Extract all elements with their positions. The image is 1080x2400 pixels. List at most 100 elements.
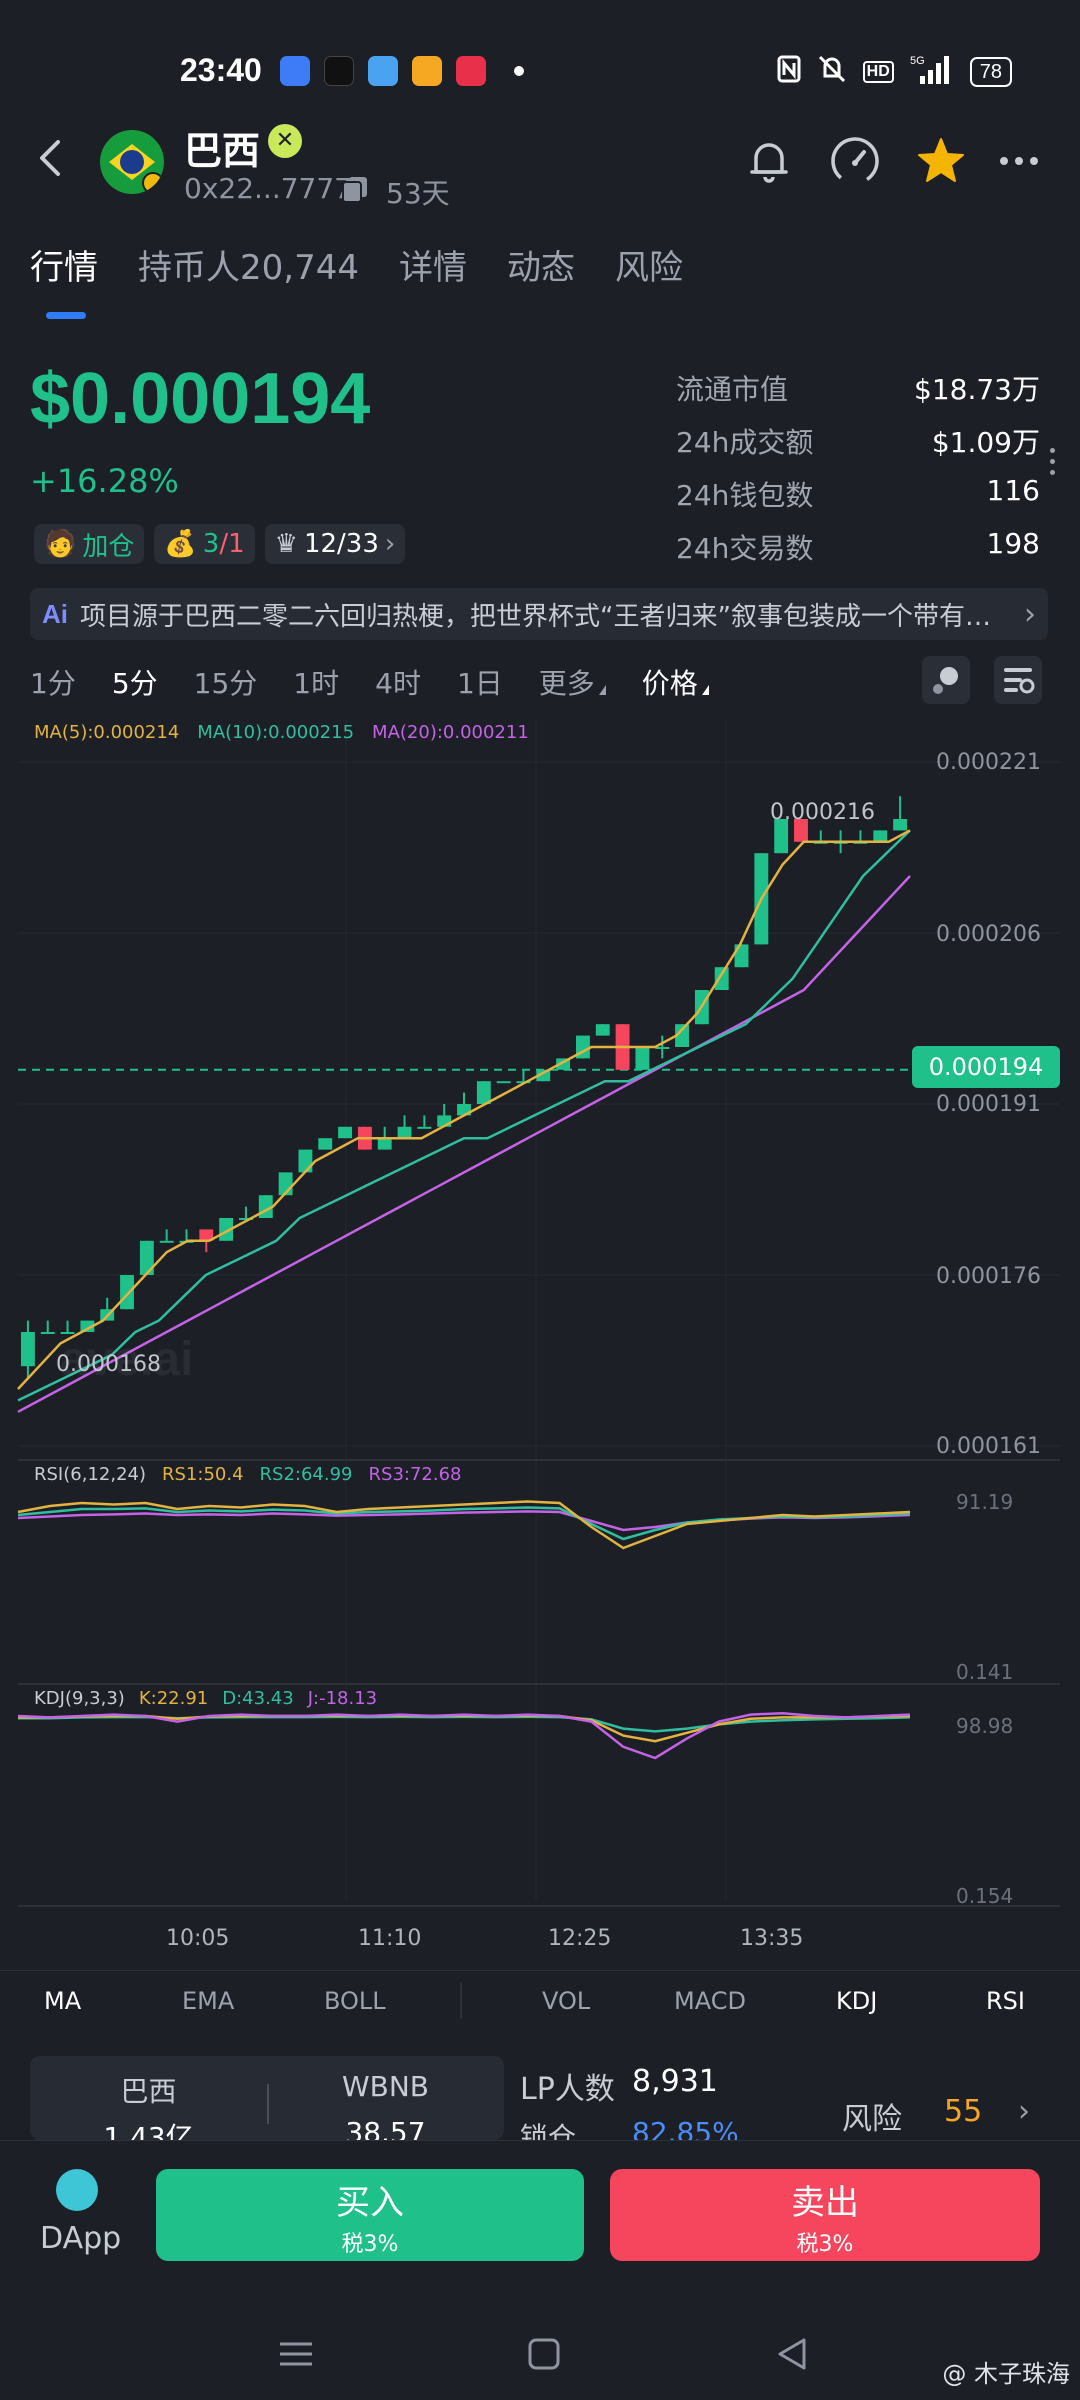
tab-market[interactable]: 行情 [30,240,98,289]
person-icon: 🧑 [44,529,77,559]
stat-label: 流通市值 [676,373,789,406]
stat-row: 24h钱包数 116 [676,474,1040,527]
tab-risk[interactable]: 风险 [615,240,683,289]
kdj-title: KDJ(9,3,3) [34,1688,125,1709]
dropdown-triangle-icon [701,685,709,695]
drawing-tool-icon[interactable] [922,656,970,704]
status-right: HD 5G 78 [777,54,1012,90]
dapp-label[interactable]: DApp [40,2221,121,2256]
stat-value: $18.73万 [914,373,1040,406]
rsi-title: RSI(6,12,24) [34,1464,146,1485]
indicator-tab-ema[interactable]: EMA [182,1987,234,2015]
ratio-value: 3/1 [203,529,245,559]
interval-5m[interactable]: 5分 [112,662,158,702]
indicator-tab-kdj[interactable]: KDJ [836,1987,877,2015]
buy-button[interactable]: 买入 税3% [156,2169,584,2261]
token-header: 巴西 ✕ 0x22...7777 53天 [0,120,1080,220]
back-arrow-icon[interactable] [30,136,74,180]
active-tab-indicator [46,312,86,319]
stat-row: 24h交易数 198 [676,527,1040,580]
candle-body [338,1126,353,1139]
status-app-icons [280,56,524,86]
add-position-badge[interactable]: 🧑 加仓 [34,524,145,564]
more-options-icon[interactable] [992,134,1046,188]
candle-body [595,1024,610,1036]
ma10-label: MA(10):0.000215 [197,722,355,743]
copy-icon[interactable] [340,174,370,204]
rsi3-line [17,1510,911,1532]
y-tick-label: 0.000191 [936,1092,1041,1117]
indicator-tab-vol[interactable]: VOL [542,1987,590,2015]
stat-label: 24h交易数 [676,532,814,565]
candle-body [120,1275,134,1310]
x-tick-label: 12:25 [548,1926,612,1951]
interval-1d[interactable]: 1日 [457,662,503,702]
stat-row: 24h成交额 $1.09万 [676,421,1040,474]
y-tick-label: 0.000221 [936,750,1041,775]
indicator-tabs: MA EMA BOLL VOL MACD KDJ RSI [0,1970,1080,2032]
gauge-icon[interactable] [828,134,882,188]
status-time: 23:40 [180,52,262,88]
money-bag-badge[interactable]: 💰 3/1 [154,524,255,564]
price-chart[interactable] [0,700,1080,1920]
system-nav-bar: @ 木子珠海 [0,2300,1080,2400]
watermark-credit: @ 木子珠海 [942,2360,1070,2388]
notification-dot-icon [514,66,524,76]
ai-summary-banner[interactable]: Ai 项目源于巴西二零二六回归热梗，把世界杯式“王者归来”叙事包装成一个带有百.… [30,588,1048,640]
vertical-dots-icon[interactable] [1050,448,1056,481]
back-icon[interactable] [774,2336,810,2372]
interval-1m[interactable]: 1分 [30,662,76,702]
bell-icon[interactable] [742,134,796,188]
chevron-right-icon: › [384,529,396,559]
indicator-tab-macd[interactable]: MACD [674,1987,746,2015]
tab-details[interactable]: 详情 [399,240,467,289]
rank-value: 12/33 [303,529,379,559]
rsi-rs2: RS2:64.99 [259,1464,353,1485]
indicator-tab-ma[interactable]: MA [44,1987,81,2015]
action-bar: DApp 买入 税3% 卖出 税3% [0,2140,1080,2300]
mute-icon [817,54,847,90]
lp-holders-label: LP人数 [520,2072,615,2107]
verified-badge-icon: ✕ [268,124,302,158]
candle-body [20,1332,35,1367]
hd-icon: HD [862,61,894,83]
sell-tax: 税3% [796,2232,854,2257]
app-icon [412,56,442,86]
chevron-right-icon[interactable]: › [1018,2094,1030,2129]
rank-badge[interactable]: ♛ 12/33 › [264,524,406,564]
liquidity-quote-label: WBNB [341,2070,430,2103]
y-tick-label: 0.000206 [936,922,1041,947]
indicator-tab-boll[interactable]: BOLL [324,1987,386,2015]
tiktok-icon [324,56,354,86]
sell-button[interactable]: 卖出 税3% [610,2169,1040,2261]
kdj-k: K:22.91 [138,1688,209,1709]
menu-icon[interactable] [278,2336,314,2372]
indicator-tab-rsi[interactable]: RSI [986,1987,1025,2015]
price-change: +16.28% [30,462,179,500]
rsi-top-label: 91.19 [956,1490,1014,1514]
interval-4h[interactable]: 4时 [375,662,421,702]
status-bar: 23:40 HD 5G 78 [0,0,1080,140]
signal-icon: 5G [910,54,954,90]
interval-more-dropdown[interactable]: 更多 [539,662,606,702]
dapp-bunny-icon[interactable] [56,2169,98,2211]
risk-label[interactable]: 风险 [842,2094,902,2138]
tab-activity[interactable]: 动态 [507,240,575,289]
kdj-legend: KDJ(9,3,3) K:22.91 D:43.43 J:-18.13 [34,1688,377,1709]
favorite-star-icon[interactable] [914,134,968,188]
candle-body [635,1047,650,1070]
interval-1h[interactable]: 1时 [293,662,339,702]
home-icon[interactable] [526,2336,562,2372]
watermark-logo: ave.ai [60,1333,194,1386]
tab-holders[interactable]: 持币人20,744 [138,240,359,289]
interval-15m[interactable]: 15分 [194,662,258,702]
price-type-dropdown[interactable]: 价格 [642,662,709,702]
money-bag-icon: 💰 [164,529,197,559]
ma5-label: MA(5):0.000214 [34,722,180,743]
risk-score: 55 [944,2094,983,2129]
xiaohongshu-icon [456,56,486,86]
add-position-label: 加仓 [82,531,135,562]
battery-indicator: 78 [969,57,1012,87]
stat-value: 198 [986,527,1040,560]
chart-settings-icon[interactable] [994,656,1042,704]
